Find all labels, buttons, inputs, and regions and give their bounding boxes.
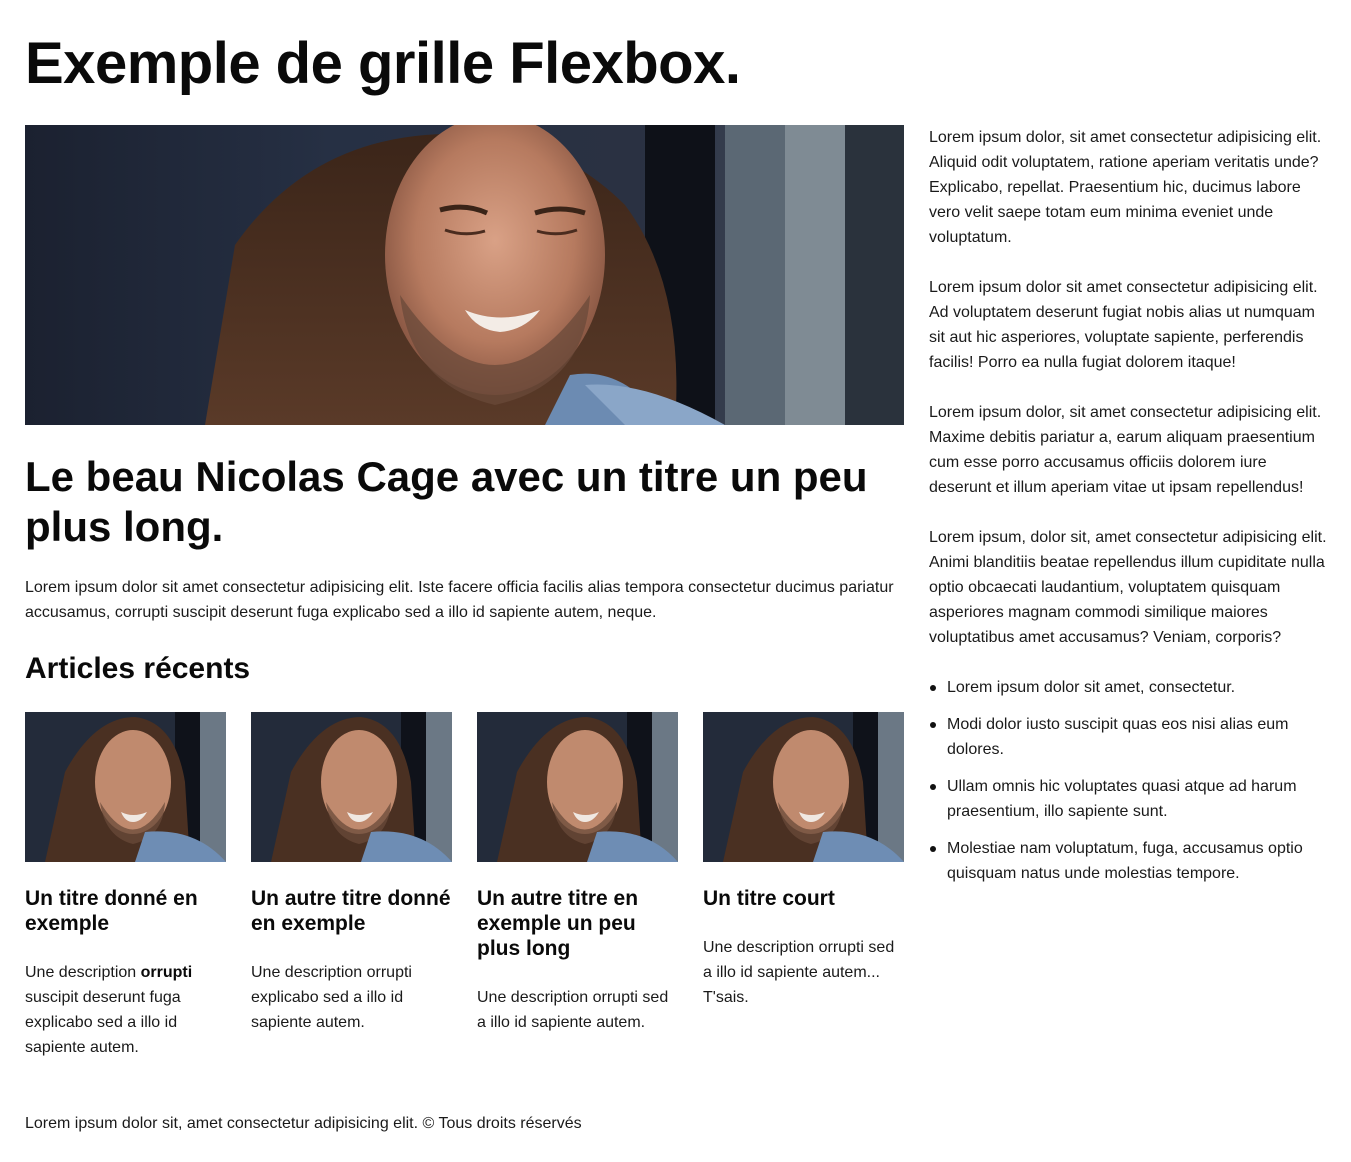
bullet-icon — [930, 784, 936, 790]
sidebar-paragraph: Lorem ipsum, dolor sit, amet consectetur… — [929, 529, 1327, 646]
article-card[interactable]: Un titre court Une description orrupti s… — [703, 712, 904, 1060]
article-card[interactable]: Un autre titre en exemple un peu plus lo… — [477, 712, 678, 1060]
article-card-description: Une description orrupti suscipit deserun… — [25, 960, 226, 1060]
bullet-icon — [930, 846, 936, 852]
recent-articles-grid: Un titre donné en exemple Une descriptio… — [25, 712, 904, 1060]
card-desc-text: suscipit deserunt fuga explicabo sed a i… — [25, 989, 181, 1056]
article-title: Le beau Nicolas Cage avec un titre un pe… — [25, 453, 868, 550]
hero-photo — [25, 125, 904, 425]
list-item-text: Ullam omnis hic voluptates quasi atque a… — [947, 778, 1297, 820]
list-item-text: Lorem ipsum dolor sit amet, consectetur. — [947, 679, 1236, 696]
list-item-text: Molestiae nam voluptatum, fuga, accusamu… — [947, 840, 1303, 882]
list-item: Ullam omnis hic voluptates quasi atque a… — [930, 774, 1329, 824]
page-title: Exemple de grille Flexbox. — [25, 31, 741, 96]
article-card-title[interactable]: Un titre donné en exemple — [25, 886, 226, 936]
thumbnail-photo — [703, 712, 904, 862]
main-column: Le beau Nicolas Cage avec un titre un pe… — [25, 125, 904, 1056]
article-body: Lorem ipsum dolor sit amet consectetur a… — [25, 579, 894, 621]
sidebar-paragraph: Lorem ipsum dolor, sit amet consectetur … — [929, 129, 1322, 246]
bullet-icon — [930, 685, 936, 691]
page: Exemple de grille Flexbox. Le beau Nicol… — [0, 0, 1351, 1162]
article-thumbnail[interactable] — [251, 712, 452, 862]
list-item: Lorem ipsum dolor sit amet, consectetur. — [930, 675, 1329, 700]
card-desc-bold: orrupti — [140, 964, 193, 981]
bullet-icon — [930, 722, 936, 728]
sidebar: Lorem ipsum dolor, sit amet consectetur … — [929, 125, 1329, 898]
sidebar-paragraph: Lorem ipsum dolor, sit amet consectetur … — [929, 404, 1322, 496]
footer-text: Lorem ipsum dolor sit, amet consectetur … — [25, 1115, 582, 1132]
article-card-title[interactable]: Un titre court — [703, 886, 904, 911]
list-item: Molestiae nam voluptatum, fuga, accusamu… — [930, 836, 1329, 886]
article-card-title[interactable]: Un autre titre donné en exemple — [251, 886, 452, 936]
list-item: Modi dolor iusto suscipit quas eos nisi … — [930, 712, 1329, 762]
sidebar-paragraph: Lorem ipsum dolor sit amet consectetur a… — [929, 279, 1318, 371]
thumbnail-photo — [477, 712, 678, 862]
article-thumbnail[interactable] — [477, 712, 678, 862]
hero-image — [25, 125, 904, 425]
article-card[interactable]: Un titre donné en exemple Une descriptio… — [25, 712, 226, 1060]
article-card-description: Une description orrupti sed a illo id sa… — [477, 989, 669, 1031]
article-thumbnail[interactable] — [25, 712, 226, 862]
thumbnail-photo — [251, 712, 452, 862]
recent-articles-heading: Articles récents — [25, 652, 251, 685]
article-card[interactable]: Un autre titre donné en exemple Une desc… — [251, 712, 452, 1060]
article-thumbnail[interactable] — [703, 712, 904, 862]
card-desc-text: Une description — [25, 964, 141, 981]
sidebar-list: Lorem ipsum dolor sit amet, consectetur.… — [929, 675, 1329, 886]
list-item-text: Modi dolor iusto suscipit quas eos nisi … — [947, 716, 1289, 758]
article-card-title[interactable]: Un autre titre en exemple un peu plus lo… — [477, 886, 678, 961]
article-card-description: Une description orrupti explicabo sed a … — [251, 964, 412, 1031]
thumbnail-photo — [25, 712, 226, 862]
article-card-description: Une description orrupti sed a illo id sa… — [703, 939, 895, 1006]
